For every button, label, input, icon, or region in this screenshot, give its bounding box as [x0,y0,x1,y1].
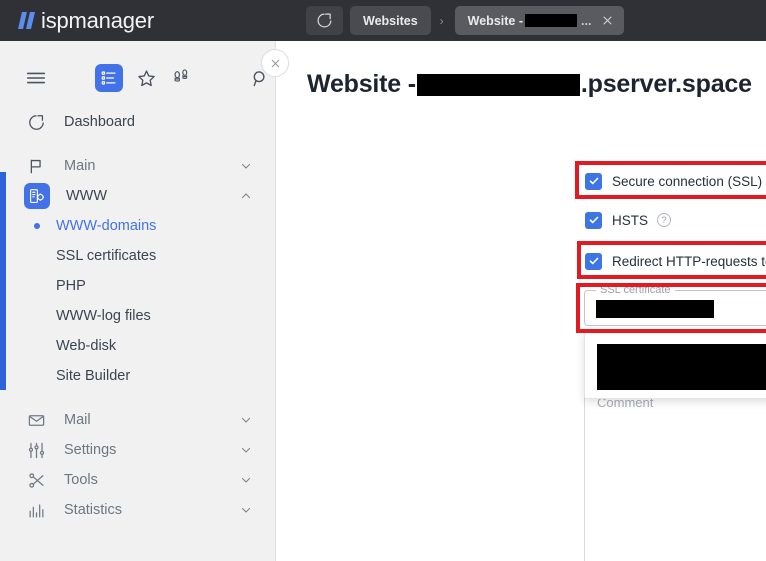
sidebar-item-main[interactable]: Main [0,151,276,181]
page-title: Website - .pserver.space [307,70,752,99]
brand-logo[interactable]: ispmanager [18,0,154,41]
chevron-down-icon[interactable] [240,474,252,486]
sidebar-item-web-disk-label: Web-disk [56,338,117,354]
ssl-certificate-dropdown[interactable] [584,329,766,399]
comment-field[interactable]: Comment [584,388,766,561]
ssl-certificate-option-redacted[interactable] [597,344,766,390]
sidebar-item-main-label: Main [64,158,96,174]
ssl-certificate-selected-value-redacted [596,300,714,318]
chevron-down-icon[interactable] [240,444,252,456]
chevron-down-icon[interactable] [240,504,252,516]
checkbox-row-redirect-https[interactable]: Redirect HTTP-requests to HTTPS ? [585,250,766,272]
tab-website-label: Website - [467,13,523,28]
checkbox-row-hsts[interactable]: HSTS ? [585,209,672,231]
top-bar: ispmanager Websites › Website - ... [0,0,766,41]
hsts-label: HSTS [612,212,649,228]
sidebar-item-www-log-files[interactable]: WWW-log files [0,301,276,331]
check-icon [589,216,598,224]
sidebar-item-dashboard[interactable]: Dashboard [0,107,276,137]
page-title-suffix: .pserver.space [580,70,752,98]
bar-chart-icon [24,498,48,522]
tab-website-ellipsis: ... [581,13,592,28]
ssl-certificate-label: SSL certificate [596,284,675,296]
sidebar-item-www[interactable]: WWW [0,181,276,211]
tab-websites[interactable]: Websites [350,6,431,35]
sidebar-item-www-domains-label: WWW-domains [56,218,157,234]
sidebar-nav: Dashboard Main WWW WWW-domains SSL certi… [0,107,276,525]
secure-connection-checkbox[interactable] [585,172,602,190]
sidebar-toolbar [0,59,276,97]
tab-separator: › [439,13,444,28]
sidebar-item-statistics[interactable]: Statistics [0,495,276,525]
ispmanager-window: ispmanager Websites › Website - ... Dash… [0,0,766,561]
page-title-prefix: Website - [307,70,416,98]
tab-website-redacted-domain [525,14,577,27]
sliders-icon [24,438,48,462]
tasks-button[interactable] [95,64,123,92]
secure-connection-label: Secure connection (SSL) [612,173,763,189]
active-bullet-icon [34,223,40,229]
tab-websites-label: Websites [363,13,418,28]
www-gear-icon [24,183,50,209]
sidebar-item-ssl-certificates[interactable]: SSL certificates [0,241,276,271]
dashboard-tab-button[interactable] [306,6,343,35]
close-icon [603,16,612,25]
check-icon [589,177,598,185]
sidebar-item-mail-label: Mail [64,412,91,428]
panel-close-button[interactable] [261,49,289,77]
sidebar-item-php-label: PHP [56,278,86,294]
tab-website-detail[interactable]: Website - ... [454,6,625,35]
pie-chart-icon [24,110,48,134]
activity-button[interactable] [169,66,193,90]
sidebar-item-site-builder-label: Site Builder [56,368,131,384]
sidebar-item-dashboard-label: Dashboard [64,114,135,130]
flag-icon [24,154,48,178]
hsts-help-icon[interactable]: ? [657,213,672,227]
sidebar-item-site-builder[interactable]: Site Builder [0,361,276,391]
chevron-down-icon[interactable] [240,414,252,426]
sidebar-item-statistics-label: Statistics [64,502,123,518]
chevron-down-icon[interactable] [240,160,252,172]
menu-toggle-button[interactable] [24,66,48,90]
close-icon [271,59,279,67]
favorites-button[interactable] [134,66,158,90]
brand-bars-icon [18,12,38,29]
star-icon [137,69,155,86]
sidebar-item-ssl-certificates-label: SSL certificates [56,248,157,264]
sidebar-item-mail[interactable]: Mail [0,405,276,435]
page-title-redacted-domain [416,74,580,97]
hsts-checkbox[interactable] [585,211,602,229]
sidebar-item-www-label: WWW [66,188,108,204]
tab-close-button[interactable] [597,11,617,31]
sidebar-item-tools[interactable]: Tools [0,465,276,495]
sidebar-item-web-disk[interactable]: Web-disk [0,331,276,361]
sidebar-item-tools-label: Tools [64,472,98,488]
tab-bar: Websites › Website - ... [306,6,625,35]
sidebar-item-www-log-files-label: WWW-log files [56,308,151,324]
sidebar-item-settings-label: Settings [64,442,117,458]
sidebar-item-php[interactable]: PHP [0,271,276,301]
redirect-https-checkbox[interactable] [585,252,602,270]
ssl-certificate-select[interactable]: SSL certificate [584,284,766,326]
check-icon [589,257,598,265]
checkbox-row-secure-connection[interactable]: Secure connection (SSL) ? [585,170,766,192]
sidebar-item-settings[interactable]: Settings [0,435,276,465]
brand-name: ispmanager [41,7,154,33]
chevron-up-icon[interactable] [240,190,252,202]
hamburger-icon [26,72,46,84]
envelope-icon [24,408,48,432]
sidebar-item-www-domains[interactable]: WWW-domains [0,211,276,241]
pie-chart-icon [317,13,332,28]
redirect-https-label: Redirect HTTP-requests to HTTPS [612,253,766,269]
sidebar: Dashboard Main WWW WWW-domains SSL certi… [0,41,276,561]
list-icon [101,71,116,85]
scissors-icon [24,468,48,492]
footsteps-icon [174,69,188,82]
main-content: Website - .pserver.space Secure connectio… [277,41,766,561]
